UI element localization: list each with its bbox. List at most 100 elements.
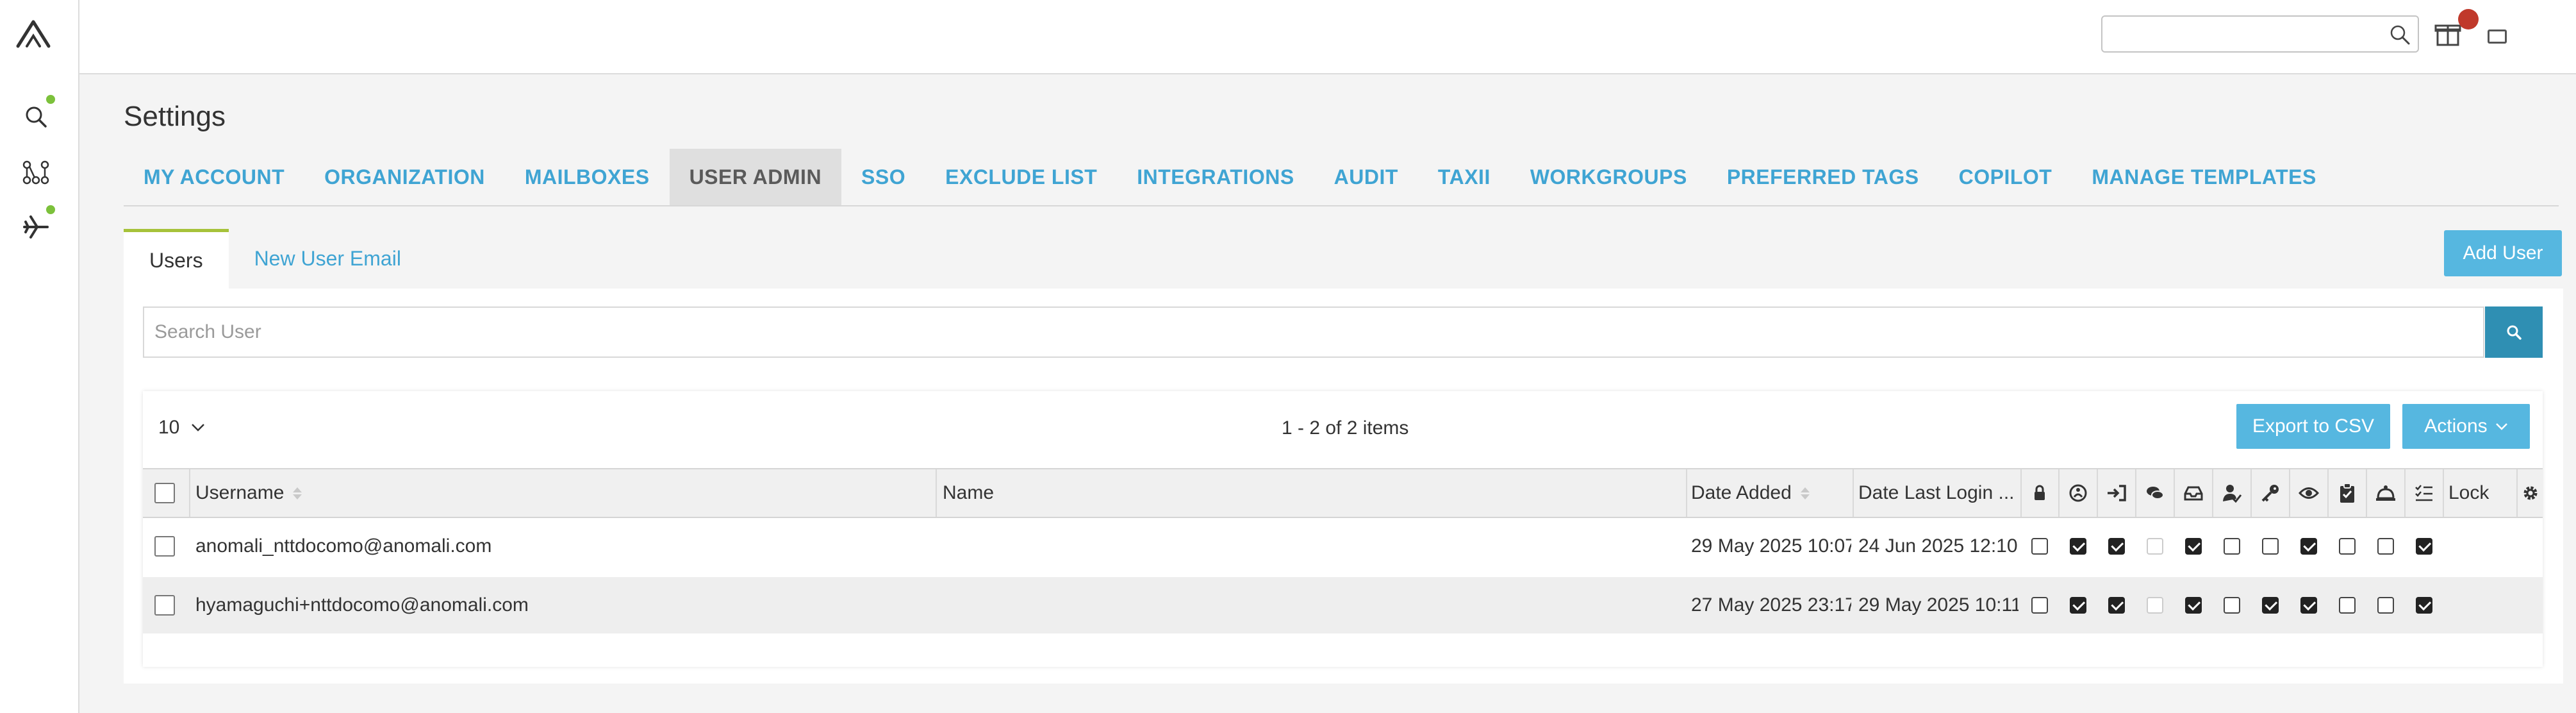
gift-icon[interactable] — [2434, 19, 2462, 47]
perm-checkbox[interactable] — [2416, 538, 2432, 555]
inbox-icon — [2175, 469, 2212, 517]
network-graph-icon[interactable] — [19, 156, 53, 189]
sort-icon[interactable] — [1800, 487, 1810, 499]
perm-checkbox[interactable] — [2262, 597, 2279, 614]
anomali-logo-icon[interactable] — [14, 18, 53, 50]
clipboard-check-icon — [2329, 469, 2366, 517]
header-name[interactable]: Name — [943, 469, 1680, 517]
nav-user-admin[interactable]: USER ADMIN — [669, 149, 842, 205]
sign-in-icon — [2098, 469, 2135, 517]
nav-my-account[interactable]: MY ACCOUNT — [124, 149, 304, 205]
perm-checkbox[interactable] — [2339, 538, 2356, 555]
page-size-value: 10 — [158, 417, 180, 438]
perm-checkbox[interactable] — [2224, 597, 2240, 614]
list-check-icon — [2406, 469, 2443, 517]
perm-checkbox[interactable] — [2377, 597, 2394, 614]
perm-checkbox[interactable] — [2300, 597, 2317, 614]
export-csv-button[interactable]: Export to CSV — [2236, 404, 2390, 449]
nav-mailboxes[interactable]: MAILBOXES — [505, 149, 670, 205]
perm-checkbox[interactable] — [2185, 538, 2202, 555]
row-select-cell — [154, 577, 180, 633]
nav-exclude-list[interactable]: EXCLUDE LIST — [925, 149, 1117, 205]
select-all-checkbox[interactable] — [154, 483, 175, 503]
nav-workgroups[interactable]: WORKGROUPS — [1510, 149, 1707, 205]
perm-checkbox[interactable] — [2108, 538, 2125, 555]
plane-icon[interactable] — [19, 210, 53, 244]
header-username[interactable]: Username — [195, 469, 932, 517]
cell-username: hyamaguchi+nttdocomo@anomali.com — [195, 594, 529, 616]
actions-button[interactable]: Actions — [2402, 404, 2530, 449]
bell-icon — [2367, 469, 2404, 517]
cell-date-added: 27 May 2025 23:17 — [1691, 594, 1851, 616]
cell-date-last-login: 24 Jun 2025 12:10 — [1858, 535, 2018, 557]
perm-checkbox[interactable] — [2224, 538, 2240, 555]
eye-icon — [2290, 469, 2327, 517]
search-user-input[interactable]: Search User — [143, 306, 2484, 358]
status-dot — [46, 205, 55, 214]
user-check-icon — [2213, 469, 2250, 517]
table-row[interactable]: anomali_nttdocomo@anomali.com 29 May 202… — [143, 518, 2543, 575]
header-date-last-login[interactable]: Date Last Login ... — [1858, 469, 2019, 517]
perm-checkbox[interactable] — [2416, 597, 2432, 614]
status-dot — [46, 95, 55, 104]
perm-checkbox — [2147, 597, 2163, 614]
gear-icon[interactable] — [2518, 469, 2543, 517]
perm-checkbox — [2147, 538, 2163, 555]
row-checkbox[interactable] — [154, 536, 175, 557]
tab-users[interactable]: Users — [124, 229, 229, 289]
cell-name — [943, 577, 1680, 633]
header-date-added-label: Date Added — [1691, 482, 1792, 503]
notification-badge — [2458, 9, 2479, 29]
pager-items-count: 1 - 2 of 2 items — [1282, 417, 1409, 439]
settings-nav: MY ACCOUNT ORGANIZATION MAILBOXES USER A… — [124, 149, 2559, 206]
comments-icon — [2136, 469, 2174, 517]
search-user-button[interactable] — [2485, 306, 2543, 358]
table-row[interactable]: hyamaguchi+nttdocomo@anomali.com 27 May … — [143, 577, 2543, 633]
perm-checkbox[interactable] — [2070, 597, 2086, 614]
nav-taxii[interactable]: TAXII — [1418, 149, 1510, 205]
tab-new-user-email[interactable]: New User Email — [229, 229, 427, 289]
perm-checkbox[interactable] — [2070, 538, 2086, 555]
header-lock: Lock — [2448, 482, 2489, 503]
cell-date-last-login: 29 May 2025 10:11 — [1858, 594, 2019, 616]
perm-checkbox[interactable] — [2185, 597, 2202, 614]
sort-icon[interactable] — [293, 487, 302, 499]
perm-checkbox[interactable] — [2377, 538, 2394, 555]
nav-sso[interactable]: SSO — [841, 149, 925, 205]
search-icon[interactable] — [2388, 23, 2411, 46]
perm-checkbox[interactable] — [2108, 597, 2125, 614]
nav-audit[interactable]: AUDIT — [1314, 149, 1418, 205]
cell-name — [943, 518, 1680, 575]
search-icon — [2507, 325, 2522, 340]
left-rail — [0, 0, 79, 713]
nav-organization[interactable]: ORGANIZATION — [304, 149, 505, 205]
perm-checkbox[interactable] — [2262, 538, 2279, 555]
select-all-cell — [154, 469, 180, 517]
nav-preferred-tags[interactable]: PREFERRED TAGS — [1707, 149, 1939, 205]
table-header: Username Name Date Added Date Last Login… — [143, 468, 2543, 518]
actions-label: Actions — [2424, 415, 2488, 437]
chevron-down-icon — [2495, 423, 2507, 430]
lock-icon — [2021, 469, 2058, 517]
perm-checkbox[interactable] — [2339, 597, 2356, 614]
panel-toggle-icon[interactable] — [2488, 29, 2507, 44]
nav-manage-templates[interactable]: MANAGE TEMPLATES — [2072, 149, 2336, 205]
perm-checkbox[interactable] — [2031, 538, 2048, 555]
cell-username: anomali_nttdocomo@anomali.com — [195, 535, 492, 557]
search-icon[interactable] — [19, 100, 53, 133]
row-checkbox[interactable] — [154, 595, 175, 616]
global-search-input[interactable] — [2101, 15, 2419, 53]
page-size-select[interactable]: 10 — [158, 417, 205, 439]
perm-checkbox[interactable] — [2300, 538, 2317, 555]
add-user-button[interactable]: Add User — [2444, 230, 2562, 276]
row-select-cell — [154, 518, 180, 575]
perm-checkbox[interactable] — [2031, 597, 2048, 614]
header-username-label: Username — [195, 482, 285, 503]
page-title: Settings — [124, 101, 226, 132]
key-icon — [2252, 469, 2289, 517]
header-date-added[interactable]: Date Added — [1691, 469, 1851, 517]
nav-copilot[interactable]: COPILOT — [1939, 149, 2072, 205]
user-admin-tabs: Users New User Email — [124, 229, 427, 289]
nav-integrations[interactable]: INTEGRATIONS — [1117, 149, 1314, 205]
cell-date-added: 29 May 2025 10:07 — [1691, 535, 1851, 557]
